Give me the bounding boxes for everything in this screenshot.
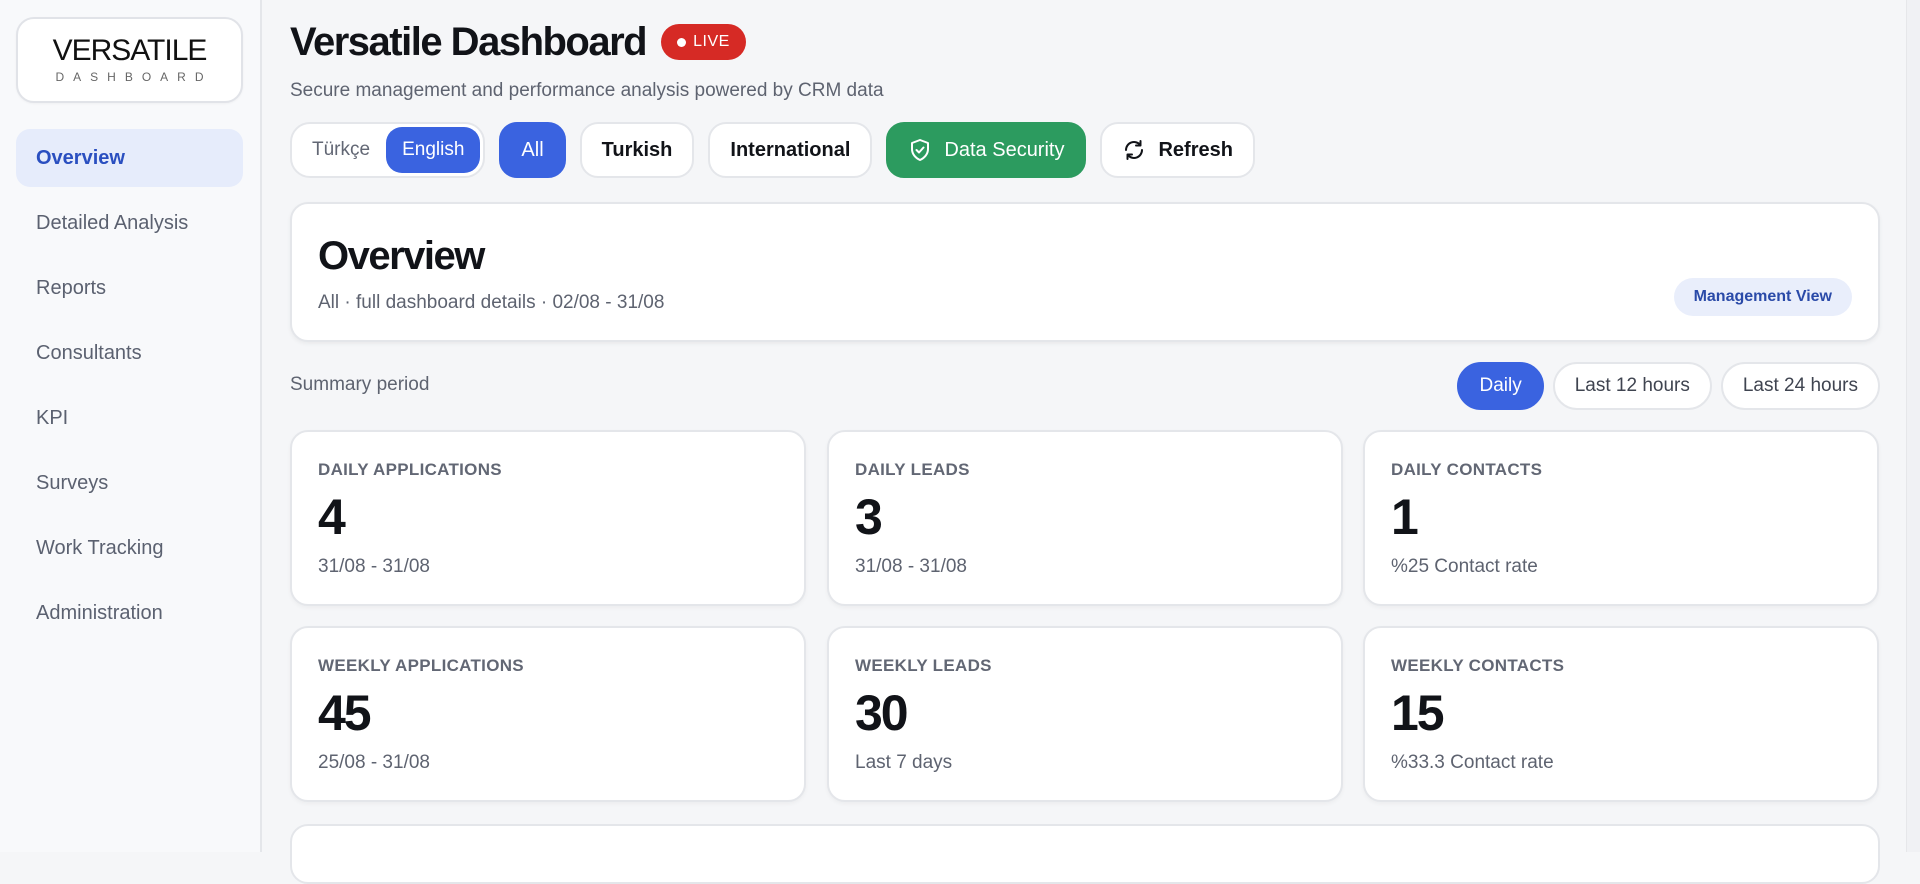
stat-note: %25 Contact rate — [1391, 556, 1538, 577]
stat-value: 45 — [318, 685, 372, 741]
stat-note: 25/08 - 31/08 — [318, 752, 430, 773]
sidebar-nav: Overview Detailed Analysis Reports Consu… — [16, 129, 244, 642]
filter-all-button[interactable]: All — [499, 122, 566, 178]
period-option-daily[interactable]: Daily — [1457, 362, 1544, 410]
page-title: Versatile Dashboard — [290, 19, 648, 64]
live-label: LIVE — [693, 33, 730, 50]
stat-label: DAILY LEADS — [855, 460, 970, 479]
stat-card-daily-contacts[interactable]: DAILY CONTACTS 1 %25 Contact rate — [1363, 430, 1879, 606]
period-option-last-24-hours[interactable]: Last 24 hours — [1720, 362, 1880, 410]
sidebar: VERSATILE DASHBOARD Overview Detailed An… — [0, 0, 262, 852]
stat-card-daily-leads[interactable]: DAILY LEADS 3 31/08 - 31/08 — [827, 430, 1343, 606]
refresh-button[interactable]: Refresh — [1100, 122, 1255, 178]
sidebar-item-kpi[interactable]: KPI — [16, 389, 243, 447]
filter-international-button[interactable]: International — [708, 122, 873, 178]
live-dot-icon — [677, 37, 687, 47]
title-row: Versatile Dashboard LIVE — [290, 20, 1920, 64]
stat-note: Last 7 days — [855, 752, 953, 773]
data-security-label: Data Security — [944, 138, 1065, 161]
data-security-button[interactable]: Data Security — [886, 122, 1087, 178]
overview-subtitle: All · full dashboard details · 02/08 - 3… — [318, 292, 665, 313]
stat-note: %33.3 Contact rate — [1391, 752, 1554, 773]
logo[interactable]: VERSATILE DASHBOARD — [16, 17, 243, 103]
sidebar-item-reports[interactable]: Reports — [16, 259, 243, 317]
overview-title: Overview — [318, 234, 485, 278]
stat-value: 1 — [1391, 489, 1419, 545]
stat-note: 31/08 - 31/08 — [855, 556, 967, 577]
stat-card-weekly-contacts[interactable]: WEEKLY CONTACTS 15 %33.3 Contact rate — [1363, 626, 1879, 802]
scrollbar-track[interactable] — [1906, 0, 1920, 852]
stat-card-weekly-leads[interactable]: WEEKLY LEADS 30 Last 7 days — [827, 626, 1343, 802]
logo-main-text: VERSATILE — [52, 34, 208, 67]
language-toggle: Türkçe English — [290, 122, 486, 178]
stat-label: WEEKLY APPLICATIONS — [318, 656, 524, 675]
period-options: Daily Last 12 hours Last 24 hours — [1448, 362, 1880, 410]
stat-card-weekly-applications[interactable]: WEEKLY APPLICATIONS 45 25/08 - 31/08 — [290, 626, 806, 802]
sidebar-item-administration[interactable]: Administration — [16, 584, 243, 642]
management-view-badge: Management View — [1673, 278, 1852, 316]
stat-label: DAILY CONTACTS — [1391, 460, 1543, 479]
overview-card: Overview All · full dashboard details · … — [290, 202, 1880, 342]
stat-note: 31/08 - 31/08 — [318, 556, 430, 577]
stat-label: WEEKLY LEADS — [855, 656, 992, 675]
stat-value: 3 — [855, 489, 883, 545]
summary-period-row: Summary period Daily Last 12 hours Last … — [290, 362, 1880, 410]
sidebar-item-surveys[interactable]: Surveys — [16, 454, 243, 512]
refresh-icon — [1125, 140, 1144, 160]
sidebar-item-detailed-analysis[interactable]: Detailed Analysis — [16, 194, 243, 252]
sidebar-item-overview[interactable]: Overview — [16, 129, 243, 187]
live-badge: LIVE — [661, 24, 746, 60]
app-root: VERSATILE DASHBOARD Overview Detailed An… — [0, 0, 1920, 884]
logo-sub-text: DASHBOARD — [55, 70, 213, 84]
stat-value: 30 — [855, 685, 909, 741]
next-section-card — [290, 824, 1880, 884]
toolbar: Türkçe English All Turkish International… — [290, 122, 1920, 178]
shield-check-icon — [911, 139, 930, 161]
stat-value: 15 — [1391, 685, 1445, 741]
period-option-last-12-hours[interactable]: Last 12 hours — [1552, 362, 1712, 410]
summary-period-label: Summary period — [290, 374, 430, 395]
sidebar-item-work-tracking[interactable]: Work Tracking — [16, 519, 243, 577]
filter-turkish-button[interactable]: Turkish — [579, 122, 695, 178]
sidebar-item-consultants[interactable]: Consultants — [16, 324, 243, 382]
stat-label: DAILY APPLICATIONS — [318, 460, 502, 479]
stat-card-daily-applications[interactable]: DAILY APPLICATIONS 4 31/08 - 31/08 — [290, 430, 806, 606]
lang-option-english[interactable]: English — [386, 127, 481, 173]
stat-value: 4 — [318, 489, 346, 545]
page-subtitle: Secure management and performance analys… — [290, 80, 884, 101]
refresh-label: Refresh — [1158, 138, 1233, 161]
stat-label: WEEKLY CONTACTS — [1391, 656, 1565, 675]
lang-option-turkce[interactable]: Türkçe — [312, 139, 370, 161]
